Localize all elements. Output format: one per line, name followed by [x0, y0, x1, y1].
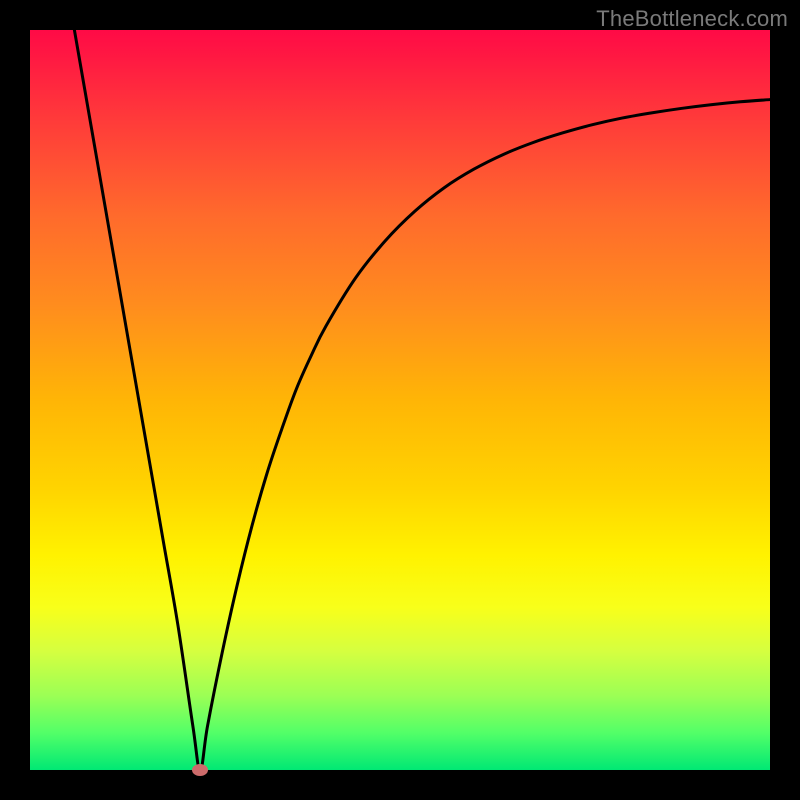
curve-svg: [30, 30, 770, 770]
plot-area: [30, 30, 770, 770]
bottleneck-curve: [74, 30, 770, 770]
minimum-marker: [192, 764, 208, 776]
watermark-text: TheBottleneck.com: [596, 6, 788, 32]
chart-frame: TheBottleneck.com: [0, 0, 800, 800]
